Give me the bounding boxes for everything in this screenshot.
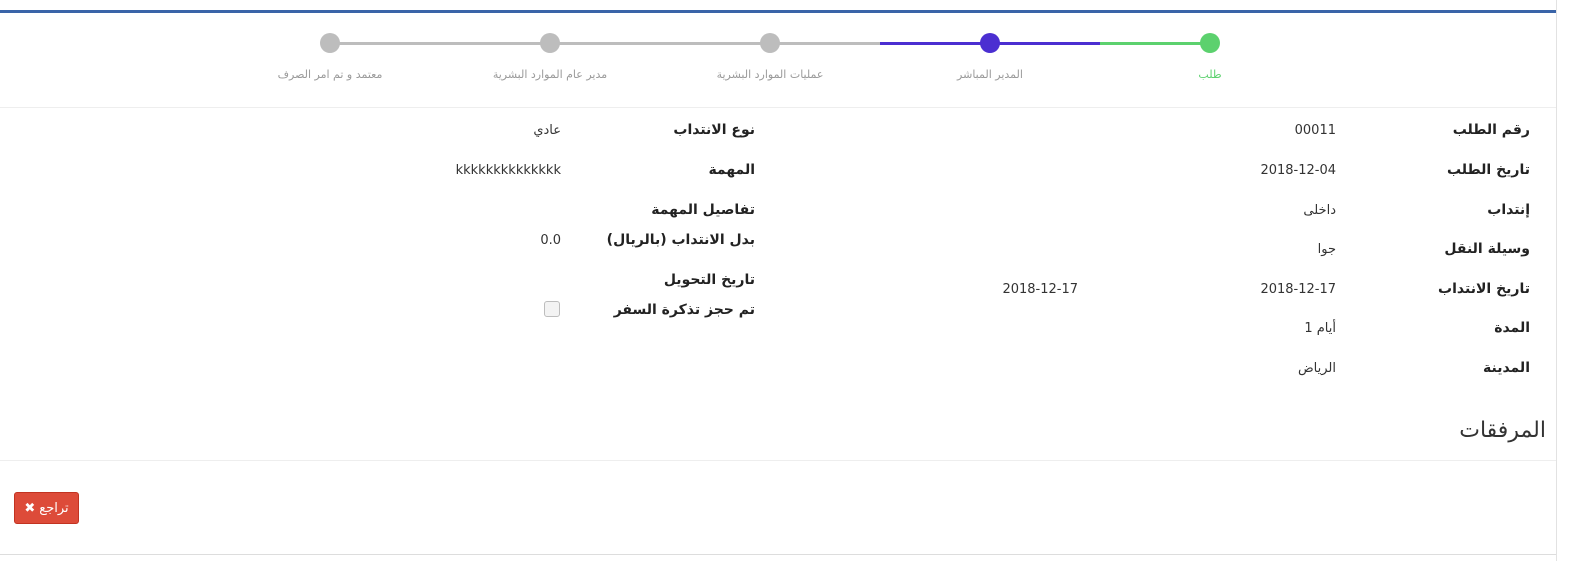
step-dot-approved: [320, 33, 340, 53]
step-label-hr-general-manager: مدير عام الموارد البشرية: [492, 68, 608, 81]
request-number-value: 00011: [1294, 123, 1336, 138]
step-dot-request: [1200, 33, 1220, 53]
section-divider: [0, 460, 1556, 461]
assignment-type-value: عادي: [533, 123, 561, 138]
step-connector-3-2: [770, 42, 880, 45]
step-dot-hr-general-manager: [540, 33, 560, 53]
assignment-date-end: 2018-12-17: [1002, 282, 1078, 297]
step-label-request: طلب: [1198, 68, 1222, 81]
ticket-booked-checkbox[interactable]: [544, 301, 560, 317]
allowance-value: 0.0: [540, 233, 561, 248]
city-label: المدينة: [1483, 360, 1530, 376]
request-date-label: تاريخ الطلب: [1446, 162, 1530, 178]
request-number-label: رقم الطلب: [1452, 122, 1530, 138]
duration-label: المدة: [1494, 320, 1530, 336]
assignment-label: إنتداب: [1487, 202, 1530, 218]
scrollbar-track[interactable]: [1556, 0, 1581, 561]
task-details-label: تفاصيل المهمة: [651, 202, 755, 218]
allowance-label: بدل الانتداب (بالريال): [606, 232, 755, 248]
assignment-value: داخلى: [1303, 203, 1336, 218]
request-details-panel: طلب المدير المباشر عمليات الموارد البشري…: [0, 13, 1556, 558]
request-date-value: 2018-12-04: [1260, 163, 1336, 178]
step-label-approved: معتمد و تم امر الصرف: [277, 68, 383, 81]
transfer-date-label: تاريخ التحويل: [663, 272, 755, 288]
city-value: الرياض: [1297, 361, 1336, 376]
transport-value: جوا: [1317, 242, 1336, 257]
panel-bottom-border: [0, 554, 1556, 555]
duration-value: 1 أيام: [1304, 321, 1336, 336]
step-label-hr-operations: عمليات الموارد البشرية: [716, 68, 824, 81]
assignment-date-start: 2018-12-17: [1260, 282, 1336, 297]
transport-label: وسيلة النقل: [1444, 241, 1530, 257]
step-dot-hr-operations: [760, 33, 780, 53]
back-button[interactable]: تراجع ✖: [14, 492, 79, 524]
step-connector-1-2: [1100, 42, 1210, 45]
step-connector-3-4: [550, 42, 770, 45]
approval-stepper: طلب المدير المباشر عمليات الموارد البشري…: [0, 13, 1556, 108]
attachments-heading: المرفقات: [1459, 418, 1546, 443]
task-label: المهمة: [708, 162, 755, 178]
step-connector-2-3: [880, 42, 990, 45]
assignment-date-label: تاريخ الانتداب: [1438, 281, 1530, 297]
step-connector-4-5: [330, 42, 550, 45]
step-dot-direct-manager: [980, 33, 1000, 53]
assignment-type-label: نوع الانتداب: [673, 122, 755, 138]
ticket-booked-label: تم حجز تذكرة السفر: [613, 302, 755, 318]
step-label-direct-manager: المدير المباشر: [957, 68, 1023, 81]
task-value: kkkkkkkkkkkkkk: [455, 163, 561, 178]
close-icon: ✖: [24, 500, 36, 516]
back-button-label: تراجع: [39, 500, 69, 516]
step-connector-1-2-active: [990, 42, 1100, 45]
